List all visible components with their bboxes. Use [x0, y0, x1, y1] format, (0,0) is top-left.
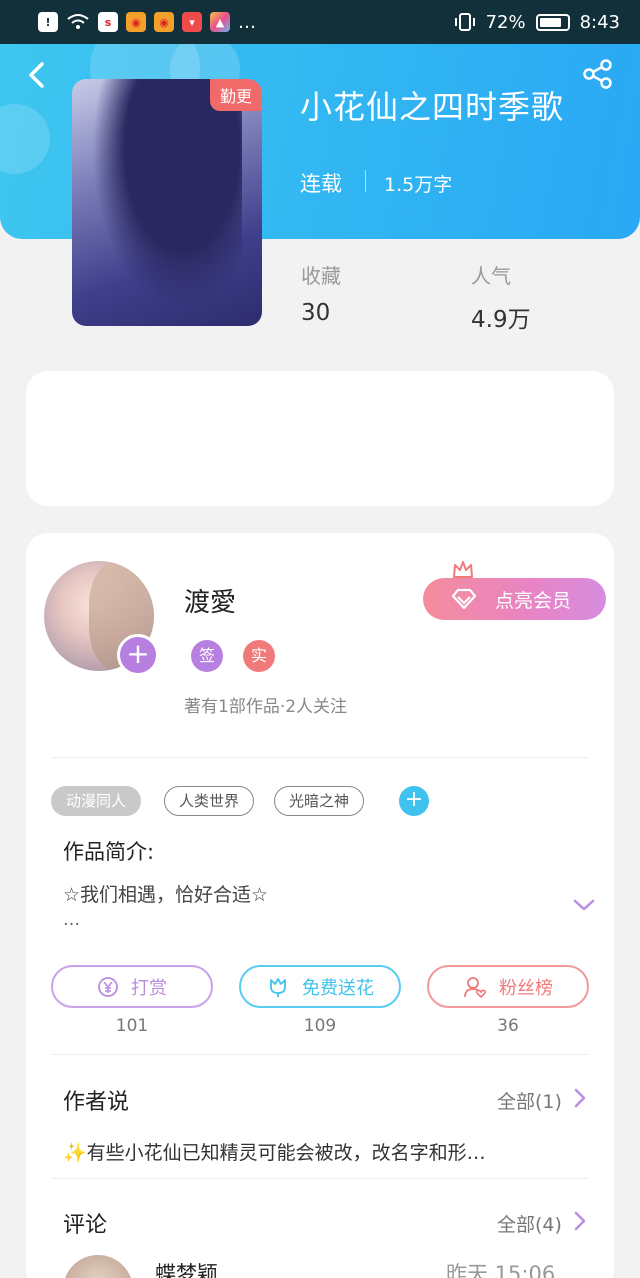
- divider: [365, 170, 366, 192]
- comments-title: 评论: [63, 1213, 108, 1238]
- author-info: 著有1部作品·2人关注: [184, 697, 348, 717]
- word-count: 1.5万字: [384, 174, 453, 196]
- tip-count: 101: [115, 1016, 149, 1036]
- serial-status: 连载: [300, 172, 342, 196]
- add-tag-button[interactable]: +: [399, 786, 429, 816]
- flower-icon: [270, 977, 286, 997]
- favorites-value: 30: [301, 300, 331, 326]
- tip-label: 打赏: [131, 977, 167, 999]
- fan-ranking-button[interactable]: 粉丝榜: [427, 965, 589, 1008]
- header-decoration: [0, 104, 50, 174]
- tag-chip[interactable]: 动漫同人: [51, 786, 142, 816]
- back-button[interactable]: [22, 60, 52, 90]
- diamond-icon: [451, 588, 477, 610]
- intro-ellipsis: …: [63, 910, 80, 930]
- update-badge: 勤更: [209, 79, 262, 111]
- follow-button[interactable]: +: [117, 634, 159, 676]
- battery-percent: 72%: [485, 11, 526, 33]
- author-say-title: 作者说: [63, 1090, 130, 1115]
- divider: [52, 1178, 588, 1179]
- status-bar: ! s ◉ ◉ ▾ ▲ … 72% 8:43: [0, 0, 640, 44]
- weibo-app-icon: ◉: [126, 12, 146, 32]
- tip-button[interactable]: 打赏: [51, 965, 213, 1008]
- divider: [52, 1054, 588, 1055]
- weibo-app-icon-2: ◉: [154, 12, 174, 32]
- vip-button[interactable]: 点亮会员: [423, 578, 606, 620]
- app-icon: ▲: [210, 12, 230, 32]
- alert-icon: !: [38, 12, 58, 32]
- crown-icon: [453, 561, 473, 578]
- share-button[interactable]: [582, 58, 614, 90]
- favorites-label: 收藏: [301, 264, 341, 288]
- divider: [52, 757, 588, 758]
- tag-chip[interactable]: 光暗之神: [274, 786, 365, 816]
- book-cover[interactable]: 勤更: [72, 79, 262, 326]
- intro-title: 作品简介:: [63, 840, 155, 864]
- fan-ranking-label: 粉丝榜: [499, 977, 553, 999]
- tag-chip[interactable]: 人类世界: [164, 786, 255, 816]
- chevron-down-icon[interactable]: [572, 898, 596, 912]
- wifi-icon: [67, 14, 89, 29]
- intro-text: ☆我们相遇，恰好合适☆: [63, 884, 269, 906]
- chevron-right-icon[interactable]: [573, 1087, 587, 1109]
- clock: 8:43: [579, 11, 620, 33]
- fan-user-icon: [464, 976, 487, 998]
- fan-count: 36: [497, 1016, 519, 1036]
- huawei-app-icon: ▾: [182, 12, 202, 32]
- author-name[interactable]: 渡愛: [184, 582, 236, 619]
- sina-app-icon: s: [98, 12, 118, 32]
- signed-badge: 签: [191, 640, 223, 672]
- yuan-coin-icon: [98, 976, 118, 997]
- chevron-left-icon: [29, 62, 44, 88]
- status-right: 72% 8:43: [454, 12, 620, 33]
- author-say-all-link[interactable]: 全部(1): [497, 1087, 562, 1114]
- send-flower-button[interactable]: 免费送花: [239, 965, 401, 1008]
- share-icon: [583, 59, 612, 89]
- cover-illustration: [92, 79, 242, 309]
- verified-badge: 实: [243, 640, 275, 672]
- chevron-right-icon[interactable]: [573, 1210, 587, 1232]
- author-say-text[interactable]: ✨有些小花仙已知精灵可能会被改，改名字和形…: [63, 1138, 486, 1165]
- commenter-name[interactable]: 蝶梦颖: [155, 1258, 218, 1278]
- book-title: 小花仙之四时季歌: [300, 88, 565, 126]
- vip-label: 点亮会员: [495, 589, 572, 612]
- empty-card: [26, 371, 614, 506]
- popularity-value: 4.9万: [471, 307, 531, 333]
- comment-time: 昨天 15:06: [446, 1262, 556, 1278]
- comments-all-link[interactable]: 全部(4): [497, 1210, 562, 1237]
- flower-count: 109: [303, 1016, 337, 1036]
- popularity-label: 人气: [471, 264, 511, 288]
- battery-icon: [535, 13, 570, 31]
- status-left-icons: ! s ◉ ◉ ▾ ▲ …: [38, 12, 256, 33]
- more-notifications-icon: …: [238, 11, 256, 33]
- send-flower-label: 免费送花: [302, 977, 374, 999]
- vibrate-icon: [454, 13, 475, 31]
